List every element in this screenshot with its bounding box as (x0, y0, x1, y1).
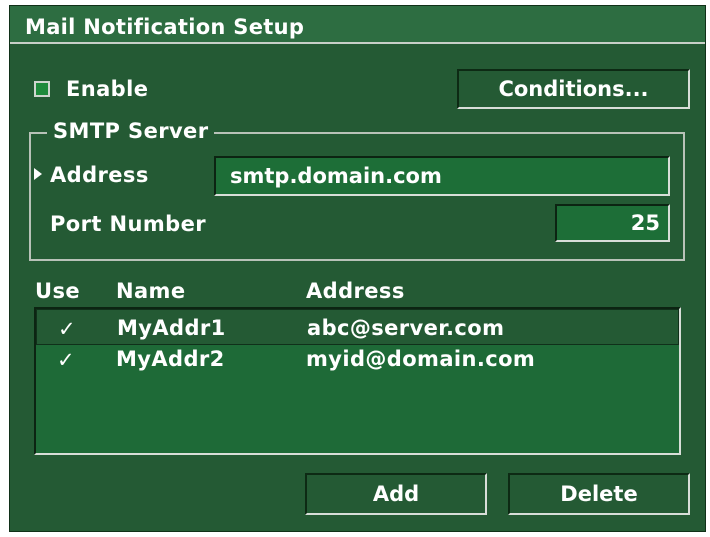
add-button-label: Add (372, 482, 420, 506)
table-row[interactable]: ✓ MyAddr2 myid@domain.com (36, 345, 679, 381)
use-check-icon[interactable]: ✓ (58, 317, 76, 341)
delete-button[interactable]: Delete (508, 473, 690, 515)
delete-button-label: Delete (560, 482, 638, 506)
column-header-address[interactable]: Address (306, 279, 405, 303)
row-address: myid@domain.com (306, 347, 536, 371)
enable-checkbox[interactable] (34, 81, 50, 97)
conditions-button[interactable]: Conditions... (457, 69, 690, 109)
port-number-input[interactable]: 25 (555, 204, 670, 242)
use-check-icon[interactable]: ✓ (57, 348, 75, 372)
smtp-address-input[interactable]: smtp.domain.com (214, 156, 670, 196)
window-title: Mail Notification Setup (25, 15, 305, 39)
row-address: abc@server.com (307, 316, 505, 340)
column-header-use[interactable]: Use (35, 279, 80, 303)
title-bar: Mail Notification Setup (10, 6, 705, 44)
enable-label[interactable]: Enable (66, 77, 148, 101)
smtp-address-value: smtp.domain.com (230, 164, 442, 188)
recipient-list[interactable]: ✓ MyAddr1 abc@server.com ✓ MyAddr2 myid@… (34, 307, 681, 455)
focus-arrow-icon (34, 168, 42, 180)
address-label: Address (50, 163, 149, 187)
mail-notification-window: Mail Notification Setup Enable Condition… (9, 5, 706, 532)
add-button[interactable]: Add (305, 473, 487, 515)
conditions-button-label: Conditions... (498, 77, 649, 101)
row-name: MyAddr1 (117, 316, 226, 340)
port-number-label: Port Number (50, 212, 206, 236)
port-number-value: 25 (630, 211, 660, 235)
row-name: MyAddr2 (116, 347, 225, 371)
smtp-server-legend: SMTP Server (47, 119, 215, 143)
column-header-name[interactable]: Name (116, 279, 185, 303)
table-row[interactable]: ✓ MyAddr1 abc@server.com (36, 309, 679, 345)
